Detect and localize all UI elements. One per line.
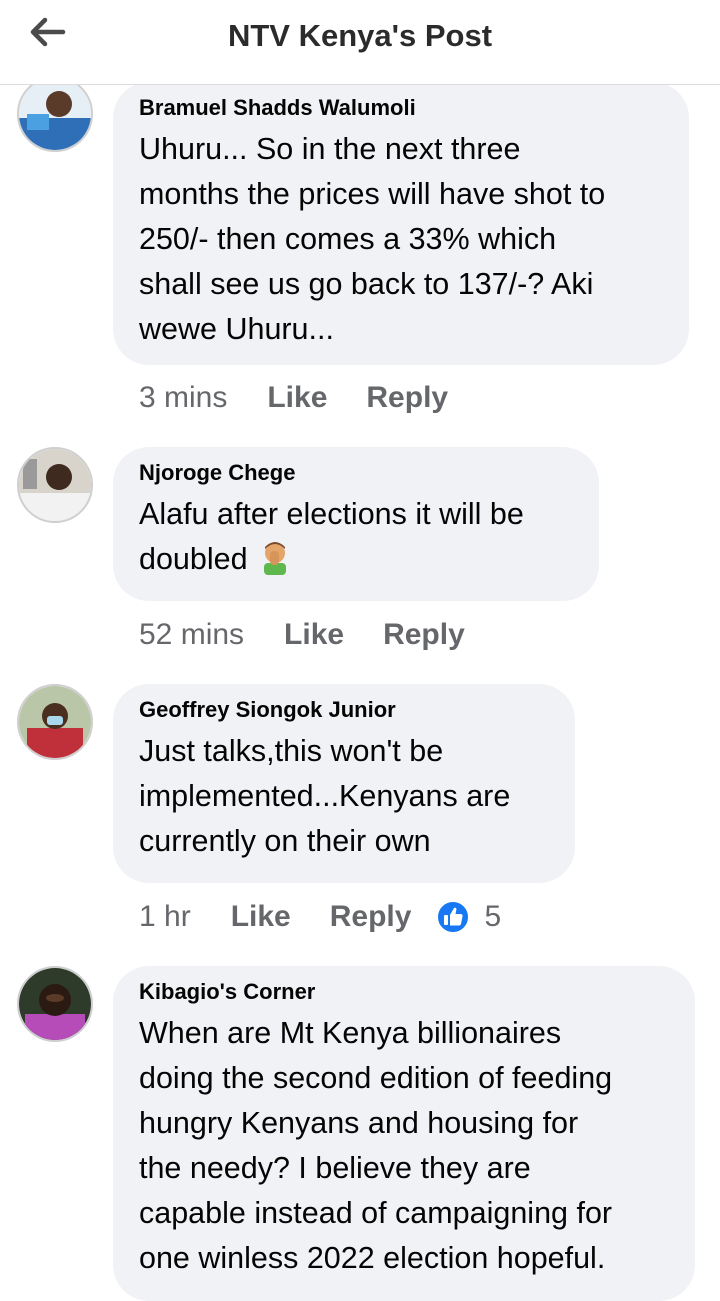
- comment-text: Uhuru... So in the next three months the…: [139, 132, 606, 346]
- comment-bubble: Njoroge Chege Alafu after elections it w…: [113, 447, 599, 601]
- comment-author[interactable]: Bramuel Shadds Walumoli: [139, 94, 662, 122]
- comment-bubble: Bramuel Shadds Walumoli Uhuru... So in t…: [113, 82, 689, 365]
- comment-time[interactable]: 1 hr: [139, 900, 191, 934]
- comment-author[interactable]: Geoffrey Siongok Junior: [139, 696, 548, 724]
- avatar[interactable]: [17, 966, 93, 1042]
- thumbs-up-icon: [436, 900, 471, 934]
- comment-bubble: Kibagio's Corner When are Mt Kenya billi…: [113, 966, 695, 1301]
- top-bar: NTV Kenya's Post: [0, 0, 720, 85]
- comment-actions: 1 hr Like Reply 5: [139, 900, 501, 934]
- comment-actions: 52 mins Like Reply: [139, 618, 504, 652]
- reaction-count: 5: [484, 900, 502, 933]
- like-button[interactable]: Like: [284, 618, 344, 652]
- reply-button[interactable]: Reply: [330, 900, 412, 934]
- comment-actions: 3 mins Like Reply: [139, 381, 487, 415]
- like-button[interactable]: Like: [231, 900, 291, 934]
- like-button[interactable]: Like: [267, 381, 327, 415]
- avatar[interactable]: [17, 76, 93, 152]
- comment-author[interactable]: Njoroge Chege: [139, 459, 572, 487]
- man-facepalming-emoji: [258, 539, 292, 588]
- comment-time[interactable]: 52 mins: [139, 618, 244, 652]
- reply-button[interactable]: Reply: [383, 618, 465, 652]
- avatar[interactable]: [17, 684, 93, 760]
- comment-bubble: Geoffrey Siongok Junior Just talks,this …: [113, 684, 575, 883]
- comment-author[interactable]: Kibagio's Corner: [139, 978, 668, 1006]
- comment-text: Alafu after elections it will be doubled: [139, 492, 572, 588]
- comment-text: Just talks,this won't be implemented...K…: [139, 734, 511, 858]
- reaction-summary[interactable]: 5: [436, 900, 501, 934]
- reply-button[interactable]: Reply: [366, 381, 448, 415]
- avatar[interactable]: [17, 447, 93, 523]
- comment-text: When are Mt Kenya billionaires doing the…: [139, 1016, 613, 1275]
- page-title: NTV Kenya's Post: [227, 18, 493, 53]
- comment-text-content: Alafu after elections it will be doubled: [139, 497, 524, 576]
- comment-time[interactable]: 3 mins: [139, 381, 227, 415]
